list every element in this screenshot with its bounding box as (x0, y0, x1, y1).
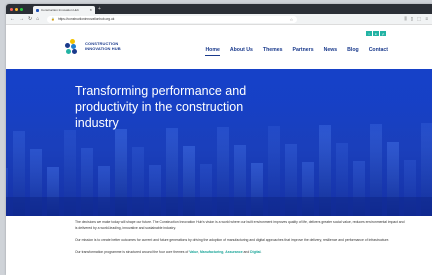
nav-partners[interactable]: Partners (293, 47, 314, 53)
bookmark-star-icon[interactable]: ☆ (290, 17, 294, 22)
linkedin-icon[interactable]: in (373, 31, 379, 36)
site-header: CONSTRUCTION INNOVATION HUB t in yt Home… (6, 25, 432, 69)
extensions-icon[interactable]: ⬚ (417, 16, 421, 22)
youtube-icon[interactable]: yt (380, 31, 386, 36)
hero-title: Transforming performance and productivit… (75, 84, 247, 130)
lock-icon: 🔒 (51, 17, 55, 21)
hexagon-logo-icon (64, 39, 82, 55)
site-favicon-icon (36, 8, 39, 12)
back-icon[interactable]: ← (10, 16, 15, 22)
hero-banner: Transforming performance and productivit… (6, 69, 432, 216)
browser-window: Construction Innovation Hub ✕ + ← → ↻ ⌂ … (6, 4, 432, 275)
address-bar[interactable]: 🔒 https://constructioninnovationhub.org.… (47, 15, 298, 23)
close-window-icon[interactable] (10, 7, 13, 11)
nav-blog[interactable]: Blog (347, 47, 359, 53)
maximize-window-icon[interactable] (20, 7, 23, 11)
themes-intro-text: Our transformation programme is structur… (75, 249, 189, 254)
intro-paragraph-2: Our mission is to create better outcomes… (75, 237, 390, 242)
browser-tabbar: Construction Innovation Hub ✕ + (6, 4, 432, 14)
minimize-window-icon[interactable] (15, 7, 18, 11)
browser-tab[interactable]: Construction Innovation Hub ✕ (33, 6, 95, 14)
new-tab-icon[interactable]: + (98, 6, 101, 12)
main-nav: Home About Us Themes Partners News Blog … (205, 47, 388, 56)
nav-themes[interactable]: Themes (263, 47, 283, 53)
twitter-icon[interactable]: t (366, 31, 372, 36)
nav-home[interactable]: Home (205, 47, 221, 56)
theme-link-manufacturing[interactable]: Manufacturing (200, 250, 223, 254)
intro-content: The decisions we make today will shape o… (75, 220, 405, 262)
intro-paragraph-1: The decisions we make today will shape o… (75, 220, 405, 230)
site-logo[interactable]: CONSTRUCTION INNOVATION HUB (64, 39, 121, 55)
nav-contact[interactable]: Contact (369, 47, 388, 53)
home-icon[interactable]: ⌂ (36, 16, 39, 22)
theme-link-value[interactable]: Value (189, 250, 198, 254)
nav-about-us[interactable]: About Us (230, 47, 253, 53)
social-links: t in yt (366, 31, 386, 36)
close-tab-icon[interactable]: ✕ (89, 8, 92, 12)
logo-line-2: INNOVATION HUB (85, 46, 121, 51)
menu-icon[interactable]: ≡ (425, 16, 428, 22)
url-text: https://constructioninnovationhub.org.uk (57, 17, 115, 21)
intro-paragraph-3: Our transformation programme is structur… (75, 249, 262, 254)
sidebar-icon[interactable]: ▯ (411, 16, 413, 22)
forward-icon[interactable]: → (19, 16, 24, 22)
theme-link-digital[interactable]: Digital (250, 250, 260, 254)
library-icon[interactable]: ⫼ (405, 16, 407, 22)
theme-link-assurance[interactable]: Assurance (225, 250, 242, 254)
browser-toolbar: ← → ↻ ⌂ 🔒 https://constructioninnovation… (6, 14, 432, 25)
tab-title: Construction Innovation Hub (41, 8, 79, 12)
nav-news[interactable]: News (324, 47, 338, 53)
reload-icon[interactable]: ↻ (28, 16, 32, 22)
